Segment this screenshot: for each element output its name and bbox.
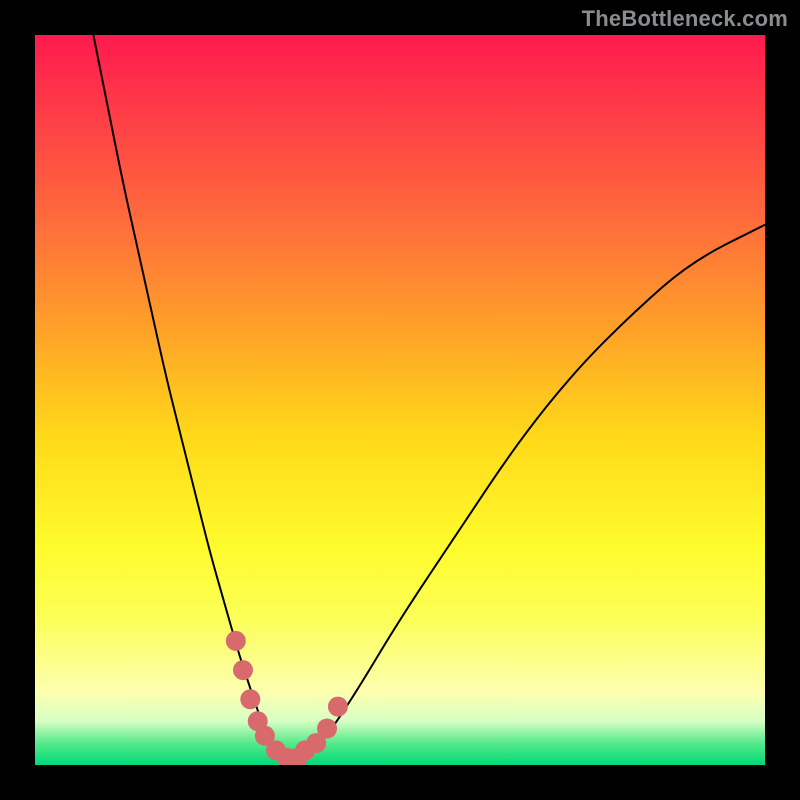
curve-svg xyxy=(35,35,765,765)
highlight-dot xyxy=(240,689,260,709)
highlight-dot xyxy=(233,660,253,680)
highlight-dot xyxy=(328,697,348,717)
highlight-dots xyxy=(226,631,348,765)
highlight-dot xyxy=(226,631,246,651)
watermark-text: TheBottleneck.com xyxy=(582,6,788,32)
highlight-dot xyxy=(317,719,337,739)
bottleneck-curve xyxy=(93,35,765,758)
plot-area xyxy=(35,35,765,765)
chart-frame: TheBottleneck.com xyxy=(0,0,800,800)
